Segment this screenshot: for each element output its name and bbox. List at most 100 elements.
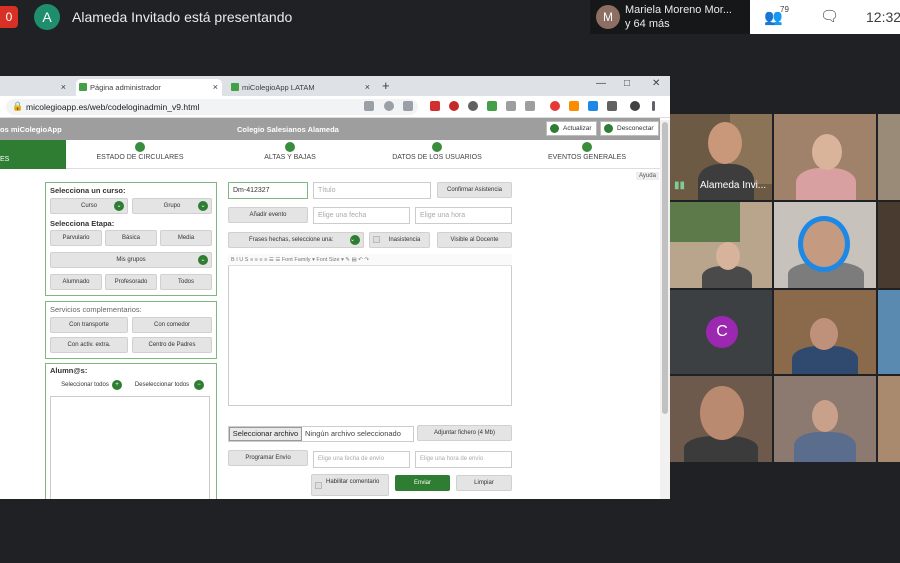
checkbox-icon [315, 482, 322, 489]
clock: 12:32 [866, 9, 900, 25]
nav-item-label: EVENTOS GENERALES [547, 154, 627, 161]
clear-button[interactable]: Limpiar [456, 475, 512, 491]
tab-previous[interactable]: × [0, 79, 70, 96]
new-tab-button[interactable]: + [382, 78, 390, 93]
video-tile[interactable] [774, 202, 876, 288]
nav-item-label: DATOS DE LOS USUARIOS [392, 154, 482, 161]
help-button[interactable]: Ayuda [636, 172, 659, 180]
extension-icon[interactable] [588, 101, 598, 111]
nav-item-active[interactable] [0, 140, 66, 169]
logout-button[interactable]: Desconectar [600, 121, 659, 136]
absence-checkbox[interactable]: Inasistencia [369, 232, 430, 248]
send-date-input[interactable]: Elige una fecha de envío [313, 451, 410, 468]
code-input[interactable]: Dm-412327 [228, 182, 308, 199]
video-tile[interactable] [878, 202, 900, 288]
video-tile-avatar[interactable]: C [670, 290, 772, 374]
send-time-input[interactable]: Elige una hora de envío [415, 451, 512, 468]
extension-icon[interactable] [430, 101, 440, 111]
profile-icon[interactable] [630, 101, 640, 111]
tab-admin-page[interactable]: Página administrador × [76, 79, 222, 96]
favicon-icon [231, 83, 239, 91]
phrases-select[interactable]: Frases hechas, seleccione una: ⌄ [228, 232, 364, 248]
participant-avatar: C [706, 316, 738, 348]
my-groups-label: Mis grupos [116, 257, 146, 263]
service-parents-button[interactable]: Centro de Padres [132, 337, 212, 353]
nav-item-datos-usuarios[interactable]: DATOS DE LOS USUARIOS [382, 142, 492, 161]
extension-icon[interactable] [449, 101, 459, 111]
event-time-input[interactable]: Elige una hora [415, 207, 512, 224]
select-all-label: Seleccionar todos [61, 382, 109, 388]
service-dining-button[interactable]: Con comedor [132, 317, 212, 333]
send-button[interactable]: Enviar [395, 475, 450, 491]
stage-parvulario-button[interactable]: Parvulario [50, 230, 102, 246]
select-file-button[interactable]: Seleccionar archivo [229, 427, 302, 441]
menu-icon[interactable] [652, 101, 655, 111]
enable-comment-checkbox[interactable]: Habilitar comentario [311, 474, 389, 496]
close-icon[interactable]: × [365, 79, 370, 96]
course-select[interactable]: Curso ⌄ [50, 198, 128, 214]
nav-item-circulares[interactable]: ESTADO DE CIRCULARES [90, 142, 190, 161]
video-tile[interactable] [774, 290, 876, 374]
students-list[interactable] [50, 396, 210, 499]
scrollbar-thumb[interactable] [662, 122, 668, 414]
event-date-input[interactable]: Elige una fecha [313, 207, 410, 224]
update-button[interactable]: Actualizar [546, 121, 597, 136]
chat-icon[interactable]: 🗨 [820, 7, 839, 25]
stage-basica-button[interactable]: Básica [105, 230, 157, 246]
minimize-button[interactable]: — [596, 78, 606, 89]
service-transport-button[interactable]: Con transporte [50, 317, 128, 333]
role-alumnado-button[interactable]: Alumnado [50, 274, 102, 290]
add-event-button[interactable]: Añadir evento [228, 207, 308, 223]
maximize-button[interactable]: □ [624, 78, 630, 89]
extension-icon[interactable] [506, 101, 516, 111]
extension-icon[interactable] [550, 101, 560, 111]
extension-icon[interactable] [468, 101, 478, 111]
extension-icon[interactable] [487, 101, 497, 111]
video-tile[interactable] [878, 114, 900, 200]
key-icon[interactable] [364, 101, 374, 111]
tab-label: miColegioApp LATAM [242, 83, 315, 92]
video-tile[interactable] [774, 114, 876, 200]
video-tile-speaker[interactable]: ▮▮ Alameda Invi... [670, 114, 772, 200]
role-todos-button[interactable]: Todos [160, 274, 212, 290]
service-extra-button[interactable]: Con activ. extra. [50, 337, 128, 353]
puzzle-icon[interactable] [607, 101, 617, 111]
close-icon[interactable]: × [61, 79, 66, 96]
calendar-icon [582, 142, 592, 152]
lock-icon[interactable]: 🔒 [12, 101, 23, 112]
schedule-send-button[interactable]: Programar Envío [228, 450, 308, 466]
close-window-button[interactable]: ✕ [652, 78, 660, 89]
attach-file-button[interactable]: Adjuntar fichero (4 Mb) [417, 425, 512, 441]
search-icon[interactable] [384, 101, 394, 111]
video-tile[interactable] [670, 376, 772, 462]
enable-comment-label: Habilitar comentario [326, 479, 380, 485]
tab-micolegioapp-latam[interactable]: miColegioApp LATAM × [228, 79, 374, 96]
visible-teacher-button[interactable]: Visible al Docente [437, 232, 512, 248]
logout-button-label: Desconectar [617, 125, 654, 132]
group-select[interactable]: Grupo ⌄ [132, 198, 212, 214]
extension-icon[interactable] [525, 101, 535, 111]
participant-face [812, 400, 838, 432]
my-groups-select[interactable]: Mis grupos ⌄ [50, 252, 212, 268]
extension-icon[interactable] [569, 101, 579, 111]
video-tile[interactable] [878, 376, 900, 462]
nav-item-label: ALTAS Y BAJAS [264, 154, 316, 161]
rich-text-editor[interactable] [228, 254, 512, 406]
confirm-attendance-button[interactable]: Confirmar Asistencia [437, 182, 512, 198]
star-icon[interactable] [403, 101, 413, 111]
video-tile[interactable] [670, 202, 772, 288]
video-tile[interactable] [774, 376, 876, 462]
nav-item-eventos[interactable]: EVENTOS GENERALES [537, 142, 637, 161]
url-text[interactable]: micolegioapp.es/web/codeloginadmin_v9.ht… [26, 102, 199, 112]
select-all-button[interactable]: Seleccionar todos + [50, 378, 122, 394]
video-tile[interactable] [878, 290, 900, 374]
stage-media-button[interactable]: Media [160, 230, 212, 246]
headphones-icon [798, 216, 850, 272]
editor-toolbar[interactable]: B I U S ≡ ≡ ≡ ≡ ☰ ☰ Font Family ▾ Font S… [228, 254, 512, 266]
phrases-select-label: Frases hechas, seleccione una: [249, 237, 334, 243]
deselect-all-button[interactable]: Deseleccionar todos − [124, 378, 204, 394]
role-profesorado-button[interactable]: Profesorado [105, 274, 157, 290]
title-input[interactable]: Título [313, 182, 431, 199]
nav-item-altas-bajas[interactable]: ALTAS Y BAJAS [240, 142, 340, 161]
close-icon[interactable]: × [213, 79, 218, 96]
